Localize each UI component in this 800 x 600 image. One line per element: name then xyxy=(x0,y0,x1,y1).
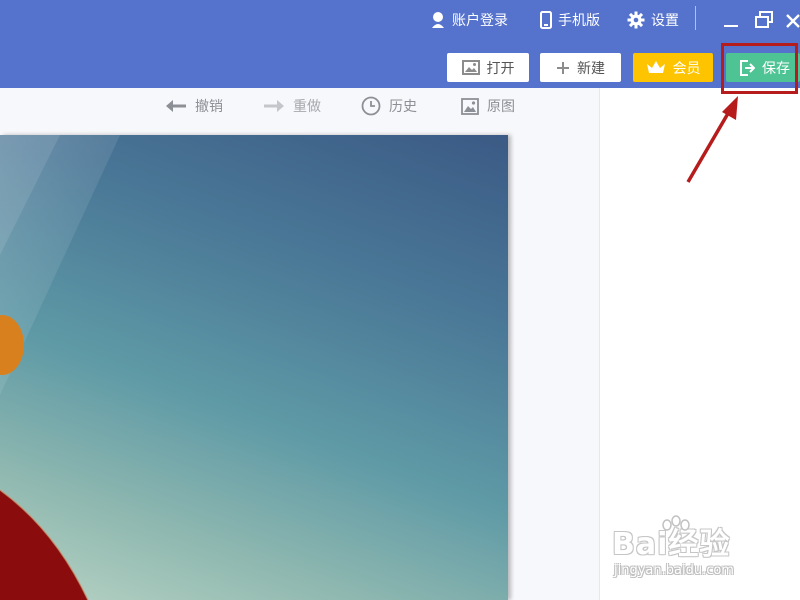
crown-icon xyxy=(646,61,665,73)
highlight-box xyxy=(721,43,798,94)
close-icon xyxy=(786,14,800,28)
clock-icon xyxy=(361,96,381,116)
close-button[interactable] xyxy=(784,8,800,32)
mobile-version-button[interactable]: 手机版 xyxy=(540,8,600,32)
open-label: 打开 xyxy=(486,60,515,77)
titlebar-divider xyxy=(695,6,696,30)
settings-label: 设置 xyxy=(651,13,679,29)
image-content xyxy=(0,135,120,600)
maximize-button[interactable] xyxy=(751,8,777,32)
watermark-url: jingyan.baidu.com xyxy=(614,563,734,578)
redo-label: 重做 xyxy=(293,99,321,115)
restore-window-icon xyxy=(755,11,773,28)
phone-icon xyxy=(540,11,552,29)
vip-label: 会员 xyxy=(672,60,701,77)
arrow-left-icon xyxy=(166,100,186,112)
new-button[interactable]: 新建 xyxy=(540,53,621,82)
account-login-button[interactable]: 账户登录 xyxy=(430,8,508,32)
gear-icon xyxy=(627,11,645,29)
history-label: 历史 xyxy=(389,99,417,115)
settings-button[interactable]: 设置 xyxy=(627,8,679,32)
watermark: Bai经验 jingyan.baidu.com xyxy=(612,515,772,585)
minimize-icon xyxy=(724,25,738,27)
minimize-button[interactable] xyxy=(718,8,744,32)
new-label: 新建 xyxy=(577,60,605,77)
image-icon xyxy=(461,97,479,115)
paw-icon xyxy=(662,515,690,531)
redo-button[interactable]: 重做 xyxy=(263,95,321,117)
open-button[interactable]: 打开 xyxy=(447,53,529,82)
plus-icon xyxy=(557,61,569,74)
image-canvas[interactable] xyxy=(0,135,508,600)
original-image-button[interactable]: 原图 xyxy=(461,95,515,117)
undo-button[interactable]: 撤销 xyxy=(165,95,223,117)
vip-button[interactable]: 会员 xyxy=(633,53,713,82)
arrow-right-icon xyxy=(264,100,284,112)
undo-label: 撤销 xyxy=(195,99,223,115)
mobile-version-label: 手机版 xyxy=(558,13,600,29)
image-icon xyxy=(461,60,480,75)
annotation-arrow xyxy=(686,96,738,183)
history-button[interactable]: 历史 xyxy=(361,95,417,117)
account-login-label: 账户登录 xyxy=(452,13,508,29)
user-icon xyxy=(432,12,444,28)
original-image-label: 原图 xyxy=(487,99,515,115)
